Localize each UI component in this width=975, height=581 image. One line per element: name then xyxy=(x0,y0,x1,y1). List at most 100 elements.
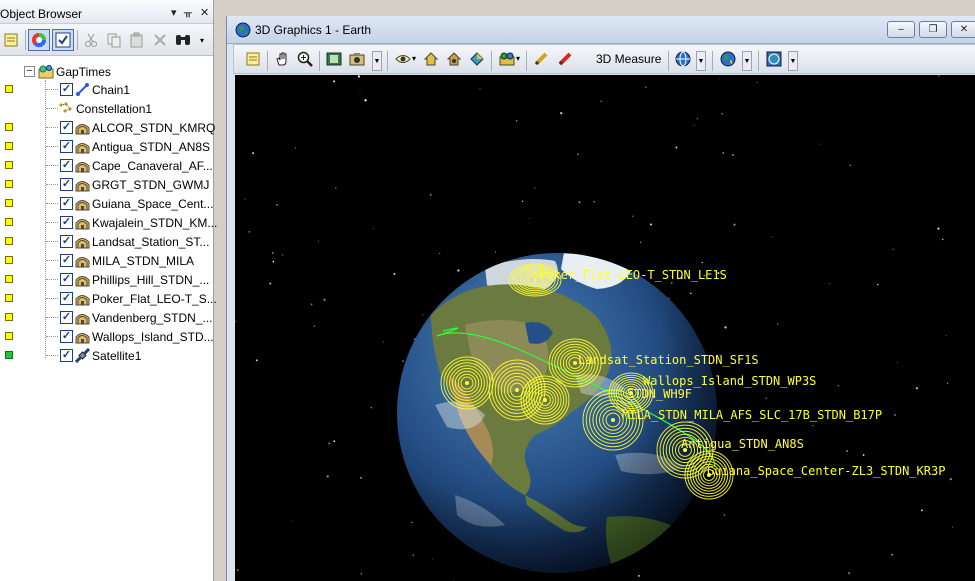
color-button[interactable] xyxy=(28,29,50,51)
visibility-checkbox[interactable]: ✓ xyxy=(60,273,73,286)
star xyxy=(891,553,893,556)
snapshot-button[interactable] xyxy=(346,48,368,70)
visibility-checkbox[interactable]: ✓ xyxy=(60,216,73,229)
visibility-checkbox[interactable]: ✓ xyxy=(60,349,73,362)
paste-button[interactable] xyxy=(126,29,148,51)
tree-item[interactable]: ✓ Cape_Canaveral_AF... xyxy=(0,156,214,175)
3d-measure-button[interactable] xyxy=(554,48,576,70)
facility-marker[interactable] xyxy=(573,361,577,365)
tree-item[interactable]: Constellation1 xyxy=(0,99,214,118)
pan-button[interactable] xyxy=(271,48,293,70)
copy-button[interactable] xyxy=(103,29,125,51)
find-button[interactable] xyxy=(172,29,194,51)
tree-root-gaptimes[interactable]: – GapTimes xyxy=(0,62,214,81)
toolbar-separator xyxy=(267,51,268,71)
globe-manager-button[interactable] xyxy=(672,48,694,70)
view-from-button[interactable] xyxy=(392,48,414,70)
tree-item[interactable]: ✓ Guiana_Space_Cent... xyxy=(0,194,214,213)
label-landsat[interactable]: Landsat_Station_STDN_SF1S xyxy=(578,353,759,367)
facility-marker[interactable] xyxy=(515,388,519,392)
graphics-window-titlebar: 3D Graphics 1 - Earth – ❐ ✕ xyxy=(227,16,975,44)
panel-menu-icon[interactable]: ▾ xyxy=(171,6,177,19)
status-indicator xyxy=(5,85,13,93)
orient-button[interactable] xyxy=(466,48,488,70)
star xyxy=(696,117,699,120)
visibility-checkbox[interactable]: ✓ xyxy=(60,121,73,134)
label-mila-b17p[interactable]: MILA_STDN_MILA_AFS_SLC_17B_STDN_B17P xyxy=(622,408,882,422)
properties-button[interactable] xyxy=(242,48,264,70)
home-view-icon xyxy=(423,52,439,66)
facility-marker[interactable] xyxy=(611,418,615,422)
pin-icon[interactable]: ᚂ xyxy=(184,6,192,19)
tree-item[interactable]: ✓ GRGT_STDN_GWMJ xyxy=(0,175,214,194)
terrain-button[interactable] xyxy=(763,48,785,70)
visibility-checkbox[interactable]: ✓ xyxy=(60,178,73,191)
minimize-button[interactable]: – xyxy=(887,21,915,38)
label-guiana[interactable]: Guiana_Space_Center-ZL3_STDN_KR3P xyxy=(707,464,945,478)
home-view-button[interactable] xyxy=(420,48,442,70)
toolbar-overflow-icon[interactable]: ▾ xyxy=(200,36,204,45)
tree-item[interactable]: ✓ Poker_Flat_LEO-T_S... xyxy=(0,289,217,308)
objects-dropdown[interactable]: ▾ xyxy=(516,54,520,63)
visibility-checkbox[interactable]: ✓ xyxy=(60,235,73,248)
new-object-button[interactable] xyxy=(0,29,22,51)
objects-button[interactable] xyxy=(496,48,518,70)
label-antigua[interactable]: Antigua_STDN_AN8S xyxy=(681,437,804,451)
save-view-button[interactable] xyxy=(323,48,345,70)
status-indicator xyxy=(5,161,13,169)
tree-item[interactable]: ✓ Satellite1 xyxy=(0,346,214,365)
facility-icon xyxy=(75,234,90,249)
3d-measure-label[interactable]: 3D Measure xyxy=(596,52,661,66)
facility-marker[interactable] xyxy=(543,398,547,402)
terrain-dropdown[interactable]: ▼ xyxy=(788,51,798,71)
visibility-checkbox[interactable]: ✓ xyxy=(60,197,73,210)
tree-item[interactable]: ✓ Antigua_STDN_AN8S xyxy=(0,137,214,156)
visibility-checkbox[interactable]: ✓ xyxy=(60,311,73,324)
snapshot-dropdown[interactable]: ▼ xyxy=(372,51,382,71)
toolbar-separator xyxy=(668,51,669,71)
label-wallops[interactable]: Wallops_Island_STDN_WP3S xyxy=(643,374,816,388)
tree-item-label: Cape_Canaveral_AF... xyxy=(92,159,213,173)
facility-icon xyxy=(75,291,90,306)
scene-svg[interactable]: Poker_Flat_LEO-T_STDN_LE1S Landsat_Stati… xyxy=(235,75,975,581)
tree-connector xyxy=(46,127,58,128)
visibility-checkbox[interactable]: ✓ xyxy=(60,254,73,267)
tree-item[interactable]: ✓ Kwajalein_STDN_KM... xyxy=(0,213,217,232)
restore-button[interactable]: ❐ xyxy=(919,21,947,38)
tree-item[interactable]: ✓ Wallops_Island_STD... xyxy=(0,327,214,346)
close-window-button[interactable]: ✕ xyxy=(951,21,975,38)
visibility-checkbox[interactable]: ✓ xyxy=(60,140,73,153)
zoom-button[interactable] xyxy=(294,48,316,70)
star xyxy=(326,475,329,478)
star xyxy=(820,143,822,145)
star xyxy=(771,236,773,238)
visibility-checkbox[interactable]: ✓ xyxy=(60,159,73,172)
globe-dropdown[interactable]: ▼ xyxy=(696,51,706,71)
label-white-sands[interactable]: STDN_WH9F xyxy=(627,387,692,401)
tree-item[interactable]: ✓ Landsat_Station_ST... xyxy=(0,232,214,251)
delete-button[interactable] xyxy=(149,29,171,51)
cut-button[interactable] xyxy=(80,29,102,51)
tree-item[interactable]: ✓ Vandenberg_STDN_... xyxy=(0,308,214,327)
star xyxy=(719,78,721,80)
facility-marker[interactable] xyxy=(533,278,537,282)
label-poker-flat[interactable]: Poker_Flat_LEO-T_STDN_LE1S xyxy=(539,268,727,282)
earth-view-button[interactable] xyxy=(717,48,739,70)
collapse-toggle-icon[interactable]: – xyxy=(24,66,35,77)
visibility-checkbox[interactable]: ✓ xyxy=(60,292,73,305)
visibility-checkbox[interactable]: ✓ xyxy=(60,83,73,96)
3d-viewport[interactable]: Poker_Flat_LEO-T_STDN_LE1S Landsat_Stati… xyxy=(235,75,975,581)
tree-item[interactable]: ✓ ALCOR_STDN_KMRQ xyxy=(0,118,215,137)
show-checked-button[interactable] xyxy=(52,29,74,51)
visibility-checkbox[interactable]: ✓ xyxy=(60,330,73,343)
facility-marker[interactable] xyxy=(465,381,469,385)
tree-item[interactable]: ✓ Chain1 xyxy=(0,80,214,99)
close-panel-icon[interactable]: ✕ xyxy=(200,6,209,19)
tree-item[interactable]: ✓ MILA_STDN_MILA xyxy=(0,251,214,270)
earth-dropdown[interactable]: ▼ xyxy=(742,51,752,71)
zoom-to-button[interactable] xyxy=(443,48,465,70)
measure-distance-button[interactable] xyxy=(530,48,552,70)
view-from-dropdown[interactable]: ▾ xyxy=(412,54,416,63)
tree-item[interactable]: ✓ Phillips_Hill_STDN_... xyxy=(0,270,214,289)
star xyxy=(360,476,362,479)
